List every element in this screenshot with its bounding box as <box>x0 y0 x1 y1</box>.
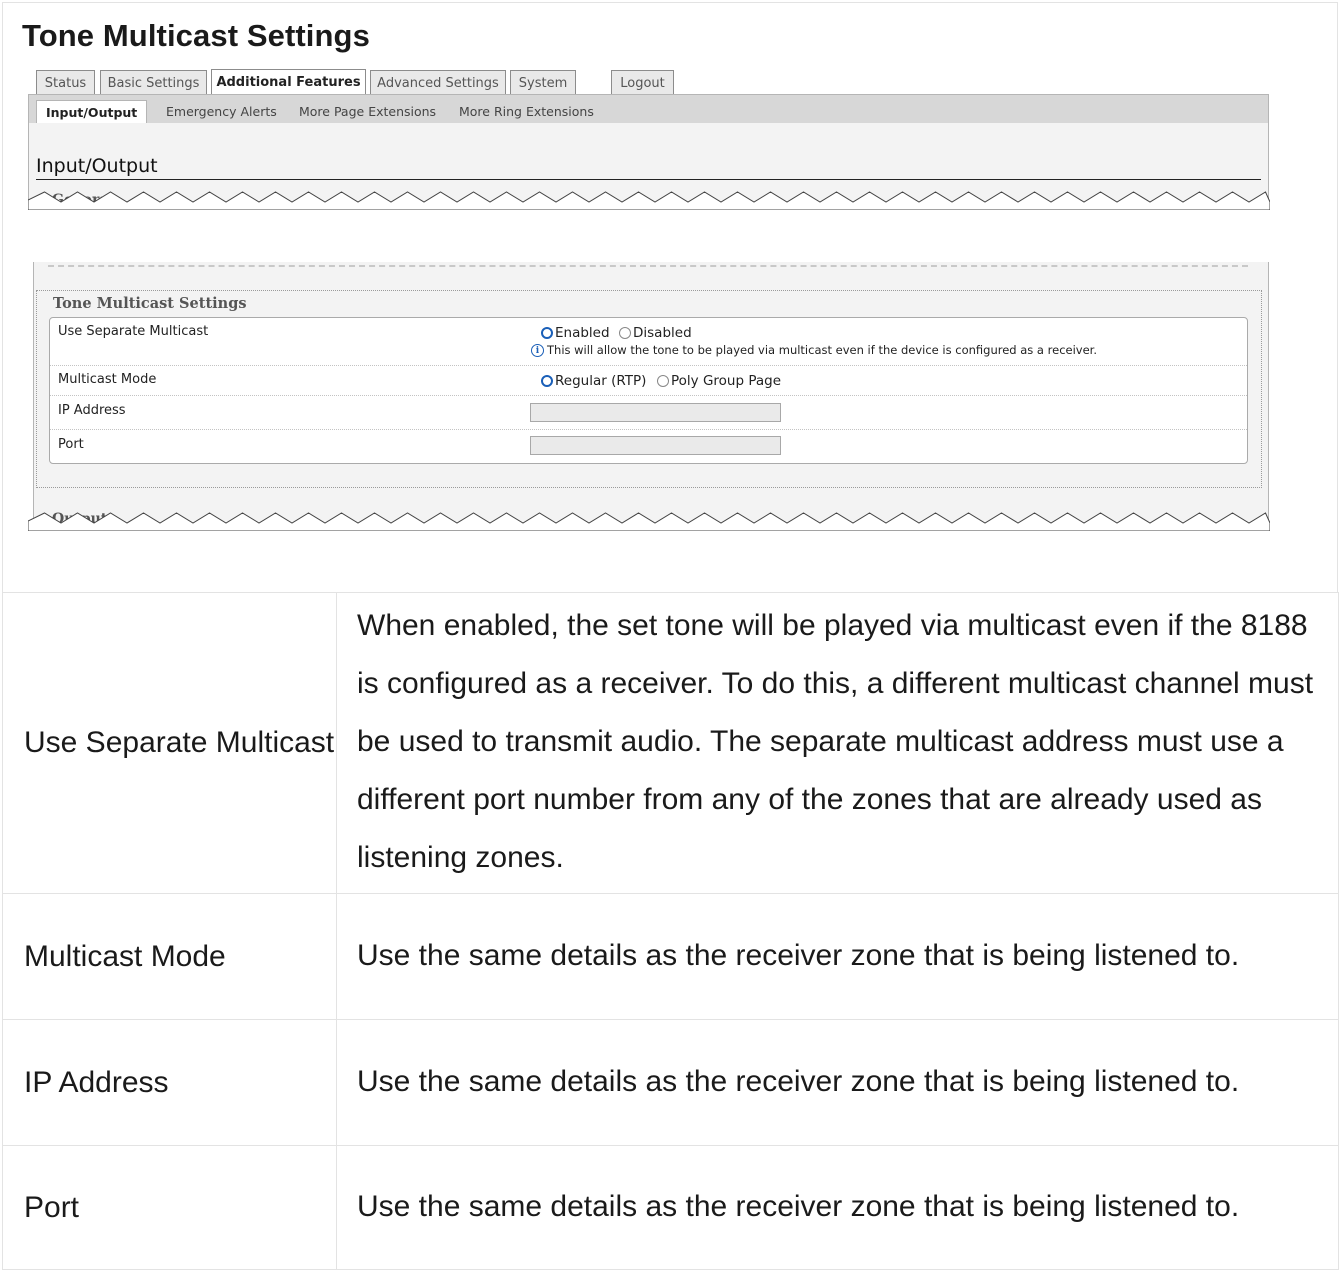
field-description: Use the same details as the receiver zon… <box>336 893 1339 1020</box>
field-description: When enabled, the set tone will be playe… <box>336 592 1339 894</box>
section-title: Input/Output <box>36 155 158 177</box>
torn-edge-top <box>28 191 1270 210</box>
subtab-more-ring-extensions[interactable]: More Ring Extensions <box>459 100 594 124</box>
radio-selected-icon[interactable] <box>541 375 553 387</box>
page-title: Tone Multicast Settings <box>22 18 370 53</box>
torn-edge-bottom <box>28 512 1270 531</box>
row-separator <box>50 395 1247 396</box>
row-separator <box>50 365 1247 366</box>
radio-regular-rtp[interactable]: Regular (RTP) <box>541 373 646 389</box>
info-icon: i <box>531 343 544 357</box>
field-name: Multicast Mode <box>2 893 337 1020</box>
tab-status[interactable]: Status <box>36 70 95 94</box>
table-row: Use Separate Multicast When enabled, the… <box>2 592 1339 894</box>
subtab-emergency-alerts[interactable]: Emergency Alerts <box>166 100 277 124</box>
description-table: Use Separate Multicast When enabled, the… <box>2 592 1339 1270</box>
row-separator <box>50 429 1247 430</box>
tab-system[interactable]: System <box>510 70 576 94</box>
radio-unselected-icon[interactable] <box>657 375 669 387</box>
field-name: Use Separate Multicast <box>2 592 337 894</box>
use-separate-multicast-label: Use Separate Multicast <box>58 324 209 339</box>
tab-additional-features[interactable]: Additional Features <box>211 69 366 95</box>
table-row: IP Address Use the same details as the r… <box>2 1019 1339 1146</box>
field-description: Use the same details as the receiver zon… <box>336 1145 1339 1270</box>
multicast-note-text: This will allow the tone to be played vi… <box>547 343 1097 357</box>
radio-enabled[interactable]: Enabled <box>541 325 610 341</box>
table-row: Multicast Mode Use the same details as t… <box>2 893 1339 1020</box>
table-row: Port Use the same details as the receive… <box>2 1145 1339 1270</box>
ip-address-input[interactable] <box>530 403 781 422</box>
radio-disabled-label: Disabled <box>633 325 692 341</box>
tab-logout[interactable]: Logout <box>611 70 674 94</box>
radio-selected-icon[interactable] <box>541 327 553 339</box>
section-rule <box>36 179 1261 180</box>
radio-unselected-icon[interactable] <box>619 327 631 339</box>
multicast-mode-label: Multicast Mode <box>58 372 157 387</box>
subtab-more-page-extensions[interactable]: More Page Extensions <box>299 100 436 124</box>
radio-poly-label: Poly Group Page <box>671 373 782 389</box>
fieldset-legend: Tone Multicast Settings <box>49 295 251 312</box>
port-label: Port <box>58 437 84 452</box>
collapsed-dashes <box>48 265 1248 267</box>
radio-poly-group-page[interactable]: Poly Group Page <box>657 373 781 389</box>
port-input[interactable] <box>530 436 781 455</box>
page: Tone Multicast Settings Status Basic Set… <box>0 0 1340 1270</box>
radio-enabled-label: Enabled <box>555 325 610 341</box>
tab-advanced-settings[interactable]: Advanced Settings <box>370 70 506 94</box>
field-name: IP Address <box>2 1019 337 1146</box>
field-description: Use the same details as the receiver zon… <box>336 1019 1339 1146</box>
ip-address-label: IP Address <box>58 403 126 418</box>
field-name: Port <box>2 1145 337 1270</box>
radio-regular-label: Regular (RTP) <box>555 373 647 389</box>
radio-disabled[interactable]: Disabled <box>619 325 692 341</box>
subtab-input-output[interactable]: Input/Output <box>36 100 148 124</box>
tab-basic-settings[interactable]: Basic Settings <box>100 70 207 94</box>
multicast-note: i This will allow the tone to be played … <box>531 343 1097 357</box>
